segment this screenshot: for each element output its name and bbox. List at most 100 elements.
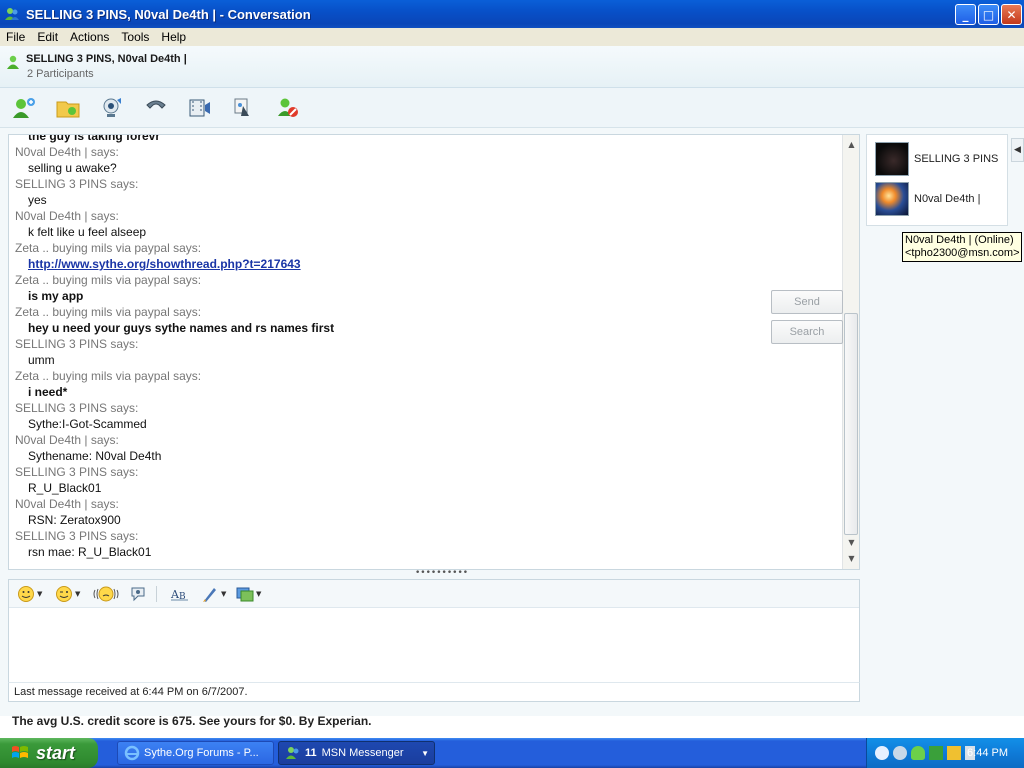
send-picture-button[interactable]: ▼	[236, 585, 261, 603]
participant-panel: SELLING 3 PINS N0val De4th |	[866, 134, 1008, 226]
contact-tooltip: N0val De4th | (Online) <tpho2300@msn.com…	[902, 232, 1022, 262]
invite-button[interactable]	[10, 94, 38, 122]
tray-security-icon[interactable]	[947, 746, 961, 760]
message-text: R_U_Black01	[28, 481, 102, 495]
message-list: the guy is taking forevr N0val De4th | sa…	[9, 134, 839, 560]
message-text: umm	[28, 353, 55, 367]
close-button[interactable]: ✕	[1001, 4, 1022, 25]
collapse-panel-icon[interactable]: ◀	[1011, 138, 1024, 162]
main-area: the guy is taking forevr N0val De4th | sa…	[0, 128, 1024, 728]
share-files-icon	[56, 101, 80, 118]
history-scrollbar[interactable]: ▲ ▼ ▼	[842, 135, 859, 569]
wink-button[interactable]: ▼	[55, 585, 80, 603]
minimize-button[interactable]: _	[955, 4, 976, 25]
msn-buddy-icon	[286, 747, 299, 759]
message-sender: N0val De4th | says:	[15, 497, 119, 511]
msn-buddy-icon	[5, 8, 19, 20]
message-sender: N0val De4th | says:	[15, 209, 119, 223]
participant-item[interactable]: SELLING 3 PINS	[875, 141, 1005, 177]
activities-button[interactable]	[230, 94, 258, 122]
tray-clock-icon[interactable]	[893, 746, 907, 760]
menu-file[interactable]: File	[0, 30, 31, 44]
menu-actions[interactable]: Actions	[64, 30, 115, 44]
participant-item[interactable]: N0val De4th |	[875, 181, 1005, 217]
share-files-button[interactable]	[54, 94, 82, 122]
menu-edit[interactable]: Edit	[31, 30, 64, 44]
message-sender: SELLING 3 PINS says:	[15, 529, 139, 543]
message-sender: SELLING 3 PINS says:	[15, 465, 139, 479]
tray-messenger-icon[interactable]	[911, 746, 925, 760]
invite-contact-icon	[13, 98, 35, 118]
title-bar[interactable]: SELLING 3 PINS, N0val De4th | - Conversa…	[0, 0, 1024, 28]
chevron-down-icon: ▼	[256, 590, 262, 598]
message-text: hey u need your guys sythe names and rs …	[28, 321, 335, 335]
menu-help[interactable]: Help	[155, 30, 192, 44]
taskbar-item-messenger[interactable]: 11 MSN Messenger ▼	[278, 741, 435, 765]
chevron-down-icon: ▼	[421, 748, 429, 758]
webcam-button[interactable]	[98, 94, 126, 122]
font-button[interactable]: A B	[170, 585, 190, 603]
font-icon: A B	[170, 588, 188, 602]
conversation-history[interactable]: the guy is taking forevr N0val De4th | sa…	[8, 134, 860, 570]
message-text: k felt like u feel alseep	[28, 225, 147, 239]
windows-logo-icon	[12, 746, 28, 758]
call-button[interactable]	[142, 94, 170, 122]
message-text: http://www.sythe.org/showthread.php?t=21…	[9, 256, 839, 272]
maximize-button[interactable]: □	[978, 4, 999, 25]
video-button[interactable]	[186, 94, 214, 122]
advertisement-text[interactable]: The avg U.S. credit score is 675. See yo…	[0, 710, 1024, 732]
video-icon	[189, 99, 210, 117]
menu-bar: File Edit Actions Tools Help	[0, 28, 1024, 46]
message-text: is my app	[28, 289, 84, 303]
system-tray: 6:44 PM	[866, 738, 1024, 768]
participant-count: 2 Participants	[27, 68, 94, 80]
task-label: Sythe.Org Forums - P...	[144, 747, 259, 759]
tray-arrow-icon[interactable]	[875, 746, 889, 760]
nudge-icon	[93, 586, 119, 602]
message-link[interactable]: http://www.sythe.org/showthread.php?t=21…	[28, 257, 301, 271]
clock[interactable]: 6:44 PM	[967, 738, 1008, 768]
tooltip-email: <tpho2300@msn.com>	[905, 247, 1020, 259]
message-sender: N0val De4th | says:	[15, 145, 119, 159]
chevron-down-icon: ▼	[75, 590, 81, 598]
chevron-down-icon: ▼	[221, 590, 227, 598]
status-bar: Last message received at 6:44 PM on 6/7/…	[8, 682, 860, 702]
start-button[interactable]: start	[0, 738, 98, 768]
block-icon	[278, 98, 298, 117]
action-toolbar	[0, 88, 1024, 128]
buddy-icon	[7, 55, 19, 69]
conversation-title: SELLING 3 PINS, N0val De4th |	[26, 53, 187, 65]
block-button[interactable]	[274, 94, 302, 122]
task-count: 11	[305, 747, 317, 759]
minimize-icon: _	[962, 7, 969, 22]
task-label: MSN Messenger	[321, 747, 404, 759]
message-sender: Zeta .. buying mils via paypal says:	[15, 305, 202, 319]
tray-network-icon[interactable]	[929, 746, 943, 760]
message-text: Sythe:I-Got-Scammed	[28, 417, 147, 431]
voice-clip-button[interactable]	[130, 585, 146, 603]
webcam-icon	[103, 98, 121, 117]
scroll-down-icon[interactable]: ▼	[843, 535, 859, 551]
display-picture	[875, 142, 909, 176]
message-sender: Zeta .. buying mils via paypal says:	[15, 369, 202, 383]
taskbar-item-browser[interactable]: Sythe.Org Forums - P...	[117, 741, 274, 765]
message-text: the guy is taking forevr	[28, 134, 161, 143]
nudge-button[interactable]	[93, 585, 119, 603]
scroll-up-icon[interactable]: ▲	[843, 137, 859, 153]
menu-tools[interactable]: Tools	[115, 30, 155, 44]
scroll-end-icon[interactable]: ▼	[843, 551, 859, 567]
chevron-down-icon: ▼	[37, 590, 43, 598]
background-button[interactable]: ▼	[201, 585, 226, 603]
search-button[interactable]: Search	[771, 320, 843, 344]
window-title: SELLING 3 PINS, N0val De4th | - Conversa…	[26, 6, 311, 22]
emoticon-button[interactable]: ▼	[17, 585, 42, 603]
participant-name: SELLING 3 PINS	[914, 153, 999, 165]
message-text: RSN: Zeratox900	[28, 513, 121, 527]
message-text: selling u awake?	[28, 161, 117, 175]
message-sender: SELLING 3 PINS says:	[15, 177, 139, 191]
scroll-thumb[interactable]	[844, 313, 858, 535]
message-text: i need*	[28, 385, 68, 399]
pane-splitter[interactable]: ••••••••••	[415, 569, 468, 578]
send-button[interactable]: Send	[771, 290, 843, 314]
message-sender: SELLING 3 PINS says:	[15, 337, 139, 351]
